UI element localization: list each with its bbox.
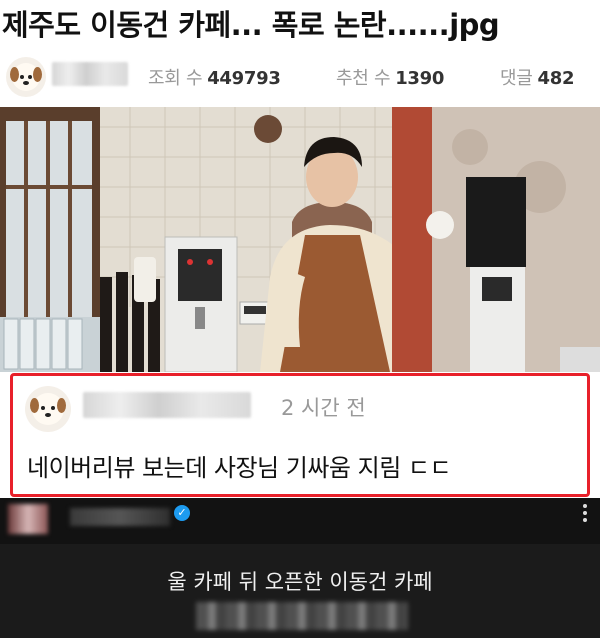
recommend-value: 1390 [395,68,445,89]
commenter-avatar-icon[interactable] [25,386,71,432]
verified-badge-icon: ✓ [174,505,190,521]
caption-second-line-redacted [196,602,408,630]
comment-timestamp: 2 시간 전 [281,396,366,420]
post-title: 제주도 이동건 카페... 폭로 논란......jpg [2,8,500,42]
recommend-label: 추천 수 [336,68,391,89]
comments-value: 482 [537,68,575,89]
video-post-panel: ✓ 울 카페 뒤 오픈한 이동건 카페 [0,498,600,638]
cafe-photo [0,107,600,372]
commenter-name-redacted[interactable] [83,392,251,418]
more-vertical-icon[interactable] [582,502,588,524]
post-meta: 조회 수 449793 추천 수 1390 댓글 482 [0,52,600,102]
channel-name-redacted[interactable] [70,508,170,526]
channel-avatar-redacted[interactable] [8,504,48,534]
views-stat: 조회 수 449793 [148,64,281,90]
author-avatar-icon[interactable] [6,57,46,97]
views-label: 조회 수 [148,68,203,89]
video-caption: 울 카페 뒤 오픈한 이동건 카페 [167,570,433,594]
video-header: ✓ [0,498,600,544]
author-name-redacted[interactable] [52,62,128,86]
highlighted-comment: 2 시간 전 네이버리뷰 보는데 사장님 기싸움 지림 ㄷㄷ [10,373,590,497]
comment-text: 네이버리뷰 보는데 사장님 기싸움 지림 ㄷㄷ [27,454,452,482]
views-value: 449793 [207,68,281,89]
recommend-stat: 추천 수 1390 [336,64,444,90]
comments-label: 댓글 [500,68,533,89]
comments-stat[interactable]: 댓글 482 [500,64,575,90]
